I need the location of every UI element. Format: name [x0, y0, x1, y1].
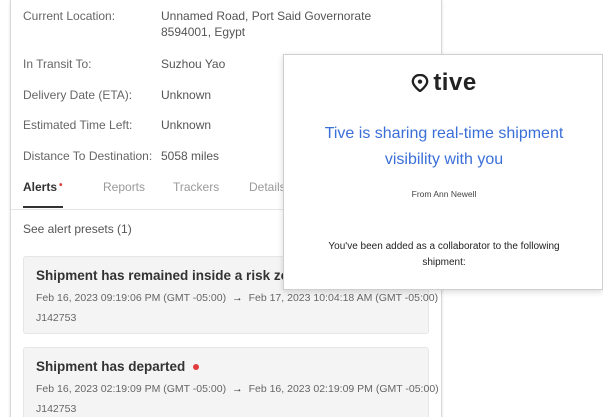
tab-trackers[interactable]: Trackers — [173, 180, 219, 194]
collaborator-message: You've been added as a collaborator to t… — [328, 241, 560, 268]
alert-dates: Feb 16, 2023 02:19:09 PM (GMT -05:00) → Fe… — [36, 383, 439, 395]
share-notification-email: tive Tive is sharing real-time shipment … — [283, 54, 603, 290]
tab-details[interactable]: Details — [249, 180, 286, 194]
alerts-indicator-dot: • — [59, 180, 63, 191]
alert-card[interactable]: Shipment has departed Feb 16, 2023 02:19… — [23, 347, 439, 417]
tab-alerts[interactable]: Alerts • — [23, 180, 63, 194]
location-pin-icon — [411, 74, 429, 92]
tive-logo: tive — [284, 69, 603, 97]
alert-title: Shipment has departed — [36, 359, 200, 374]
arrow-right-icon: → — [232, 383, 243, 395]
time-left-label: Estimated Time Left: — [23, 118, 133, 132]
tab-reports[interactable]: Reports — [103, 180, 145, 194]
current-location-label: Current Location: — [23, 9, 116, 23]
alert-shipment-id: J142753 — [36, 312, 77, 324]
alert-dates: Feb 16, 2023 09:19:06 PM (GMT -05:00) → Fe… — [36, 292, 438, 304]
arrow-right-icon: → — [232, 292, 243, 304]
alert-start-time: Feb 16, 2023 09:19:06 PM (GMT -05:00) — [36, 292, 227, 304]
alert-end-time: Feb 16, 2023 02:19:09 PM (GMT -05:00) — [248, 383, 439, 395]
alert-start-time: Feb 16, 2023 02:19:09 PM (GMT -05:00) — [36, 383, 227, 395]
alert-presets-link[interactable]: See alert presets (1) — [23, 222, 132, 236]
delivery-date-label: Delivery Date (ETA): — [23, 88, 133, 102]
share-message: Tive is sharing real-time shipment visib… — [324, 125, 564, 168]
alert-end-time: Feb 17, 2023 10:04:18 AM (GMT -05:00) — [248, 292, 439, 304]
current-location-value: Unnamed Road, Port Said Governorate 8594… — [161, 9, 372, 39]
alert-shipment-id: J142753 — [36, 403, 77, 415]
unread-dot-icon — [193, 364, 200, 371]
active-tab-indicator — [23, 206, 63, 208]
sender-line: From Ann Newell — [411, 189, 477, 199]
brand-name: tive — [433, 69, 477, 96]
distance-label: Distance To Destination: — [23, 149, 153, 163]
tab-alerts-label: Alerts — [23, 180, 58, 194]
alert-title-text: Shipment has departed — [36, 359, 186, 374]
in-transit-label: In Transit To: — [23, 57, 92, 71]
